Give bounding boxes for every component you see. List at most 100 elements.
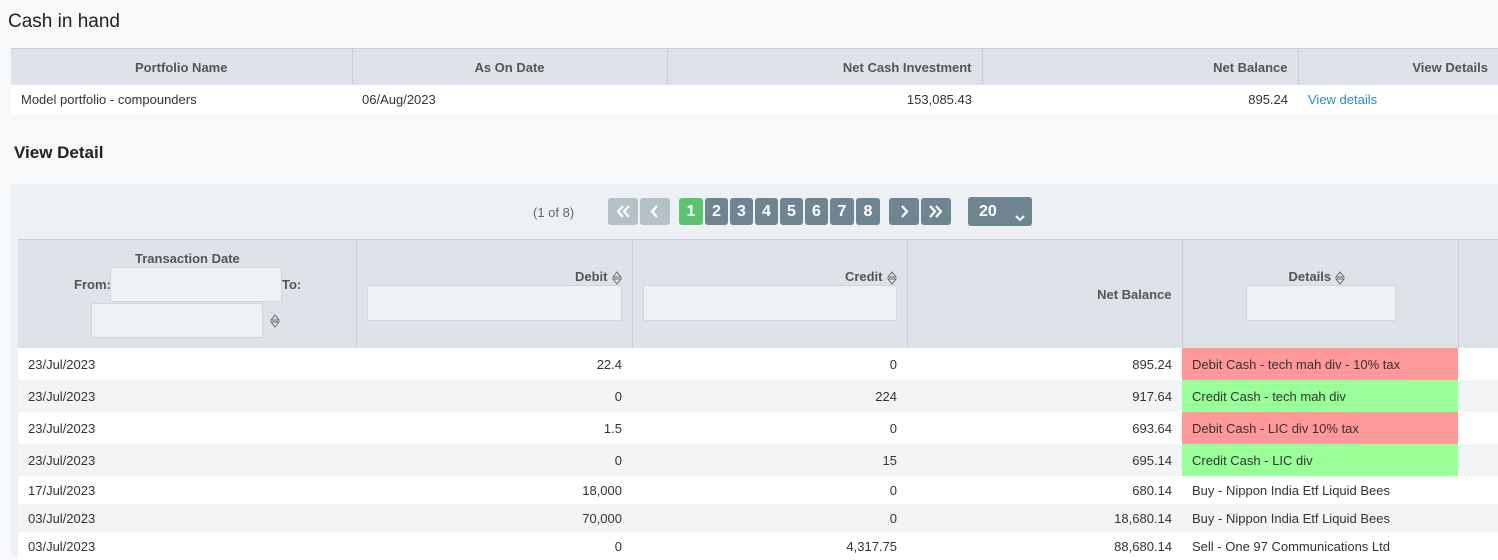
cash-summary-table: Portfolio Name As On Date Net Cash Inves… <box>11 48 1498 114</box>
net-balance-label: Net Balance <box>1097 287 1172 302</box>
portfolio-name-cell: Model portfolio - compounders <box>11 85 352 114</box>
table-row: 23/Jul/2023 0 15 695.14 Credit Cash - LI… <box>18 444 1498 476</box>
debit-cell: 1.5 <box>356 412 632 444</box>
page-info: (1 of 8) <box>533 205 575 220</box>
debit-cell: 0 <box>356 444 632 476</box>
prev-page-button[interactable] <box>640 198 670 225</box>
rows-per-page-value: 20 <box>979 203 997 220</box>
credit-cell: 15 <box>632 444 907 476</box>
sort-icon <box>611 270 622 285</box>
net-cash-investment-cell: 153,085.43 <box>667 85 982 114</box>
debit-label: Debit <box>575 269 608 284</box>
table-row: 23/Jul/2023 22.4 0 895.24 Debit Cash - t… <box>18 348 1498 380</box>
page-title: Cash in hand <box>8 11 120 32</box>
col-header-details: Details <box>1182 239 1459 348</box>
view-details-link[interactable]: View details <box>1308 92 1377 107</box>
empty-cell <box>1458 412 1498 444</box>
to-date-input[interactable] <box>91 303 263 338</box>
empty-cell <box>1458 504 1498 532</box>
col-header-credit: Credit <box>632 239 908 348</box>
details-cell: Credit Cash - LIC div <box>1182 444 1458 476</box>
debit-header[interactable]: Debit <box>575 269 622 285</box>
sort-icon <box>886 270 897 285</box>
col-header-debit: Debit <box>356 239 633 348</box>
page-button-4[interactable]: 4 <box>755 198 778 225</box>
credit-cell: 0 <box>632 504 907 532</box>
net-balance-cell: 895.24 <box>907 348 1182 380</box>
table-row: 17/Jul/2023 18,000 0 680.14 Buy - Nippon… <box>18 476 1498 504</box>
empty-cell <box>1458 380 1498 412</box>
col-header-view-details: View Details <box>1298 48 1498 85</box>
sort-icon[interactable] <box>269 314 281 331</box>
date-cell: 23/Jul/2023 <box>18 348 356 380</box>
credit-label: Credit <box>844 269 883 284</box>
credit-cell: 0 <box>632 348 907 380</box>
net-balance-cell: 680.14 <box>907 476 1182 504</box>
net-balance-cell: 693.64 <box>907 412 1182 444</box>
col-header-portfolio-name[interactable]: Portfolio Name <box>11 48 353 85</box>
col-header-net-balance: Net Balance <box>907 239 1183 348</box>
table-row: 23/Jul/2023 0 224 917.64 Credit Cash - t… <box>18 380 1498 412</box>
from-date-input[interactable] <box>110 267 282 302</box>
credit-cell: 0 <box>632 412 907 444</box>
from-label: From: <box>74 277 111 292</box>
details-cell: Buy - Nippon India Etf Liquid Bees <box>1182 476 1458 504</box>
credit-cell: 0 <box>632 476 907 504</box>
rows-per-page-select[interactable]: 20 <box>968 197 1032 226</box>
transactions-table: Transaction Date From: To: Debit Credit … <box>18 239 1498 560</box>
details-label: Details <box>1288 269 1332 284</box>
page-button-1[interactable]: 1 <box>679 198 703 225</box>
first-page-button[interactable] <box>608 198 638 225</box>
col-header-net-balance[interactable]: Net Balance <box>982 48 1299 85</box>
debit-cell: 18,000 <box>356 476 632 504</box>
net-balance-cell: 18,680.14 <box>907 504 1182 532</box>
details-filter-input[interactable] <box>1245 285 1396 321</box>
paginator: (1 of 8) 1 2 3 4 5 6 7 8 20 <box>0 197 1498 226</box>
net-balance-cell: 895.24 <box>982 85 1298 114</box>
page-button-2[interactable]: 2 <box>705 198 728 225</box>
col-header-extra <box>1458 239 1498 348</box>
page-button-7[interactable]: 7 <box>830 198 854 225</box>
empty-cell <box>1458 476 1498 504</box>
page-button-5[interactable]: 5 <box>780 198 803 225</box>
sort-icon <box>1335 270 1346 285</box>
date-cell: 23/Jul/2023 <box>18 412 356 444</box>
last-page-button[interactable] <box>921 198 951 225</box>
date-cell: 17/Jul/2023 <box>18 476 356 504</box>
empty-cell <box>1458 348 1498 380</box>
credit-header[interactable]: Credit <box>845 269 897 285</box>
credit-filter-input[interactable] <box>642 285 897 321</box>
transaction-date-label[interactable]: Transaction Date <box>135 251 240 266</box>
details-cell: Buy - Nippon India Etf Liquid Bees <box>1182 504 1458 532</box>
details-cell: Credit Cash - tech mah div <box>1182 380 1458 412</box>
credit-cell: 224 <box>632 380 907 412</box>
page-button-3[interactable]: 3 <box>730 198 753 225</box>
table-row: 23/Jul/2023 1.5 0 693.64 Debit Cash - LI… <box>18 412 1498 444</box>
date-cell: 23/Jul/2023 <box>18 444 356 476</box>
view-details-cell: View details <box>1298 85 1498 114</box>
details-header[interactable]: Details <box>1289 269 1346 285</box>
chevron-left-icon <box>650 205 658 218</box>
debit-filter-input[interactable] <box>366 285 622 321</box>
page-button-8[interactable]: 8 <box>856 198 880 225</box>
section-title: View Detail <box>14 143 104 162</box>
chevron-right-icon <box>901 205 909 218</box>
net-balance-cell: 695.14 <box>907 444 1182 476</box>
table-row: Model portfolio - compounders 06/Aug/202… <box>11 85 1498 114</box>
chevron-down-icon <box>1015 215 1025 222</box>
table-row: 03/Jul/2023 70,000 0 18,680.14 Buy - Nip… <box>18 504 1498 532</box>
double-chevron-left-icon <box>616 205 630 218</box>
empty-cell <box>1458 444 1498 476</box>
debit-cell: 70,000 <box>356 504 632 532</box>
net-balance-cell: 917.64 <box>907 380 1182 412</box>
page-button-6[interactable]: 6 <box>805 198 828 225</box>
to-label: To: <box>282 277 302 292</box>
col-header-net-cash-investment[interactable]: Net Cash Investment <box>667 48 983 85</box>
next-page-button[interactable] <box>889 198 919 225</box>
debit-cell: 0 <box>356 380 632 412</box>
as-on-date-cell: 06/Aug/2023 <box>352 85 667 114</box>
date-cell: 23/Jul/2023 <box>18 380 356 412</box>
col-header-as-on-date[interactable]: As On Date <box>352 48 668 85</box>
col-header-transaction-date: Transaction Date From: To: <box>18 239 357 348</box>
double-chevron-right-icon <box>929 205 943 218</box>
